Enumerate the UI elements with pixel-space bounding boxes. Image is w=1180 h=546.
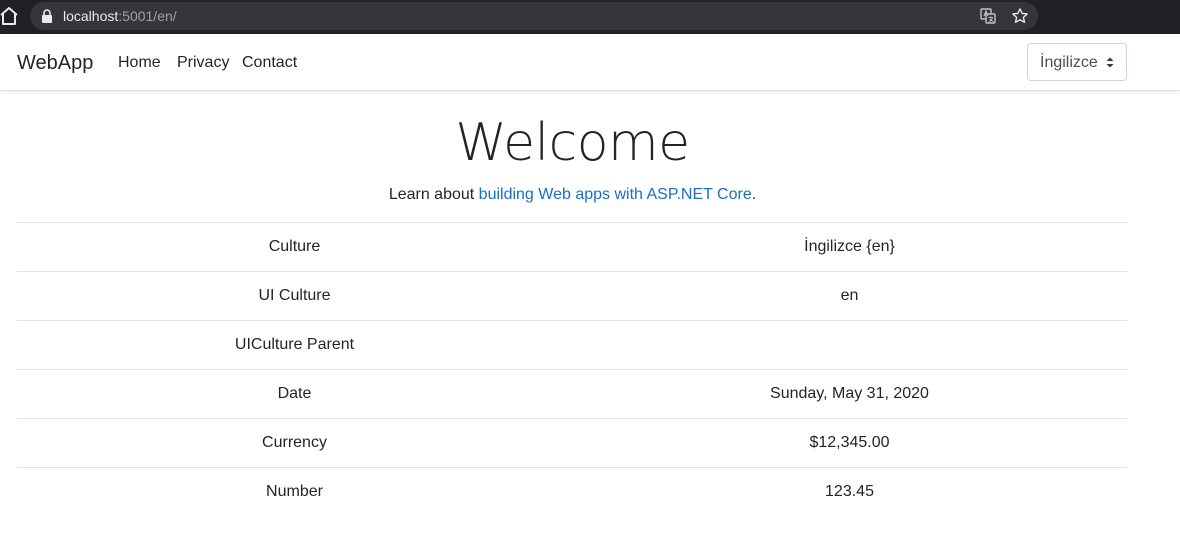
nav-link-contact[interactable]: Contact [242, 52, 297, 73]
row-value: $12,345.00 [572, 418, 1127, 468]
select-arrows-icon [1105, 56, 1115, 69]
lock-icon[interactable] [41, 9, 53, 23]
brand-link[interactable]: WebApp [17, 50, 93, 76]
url-path: :5001/en/ [118, 8, 177, 24]
row-label: UICulture Parent [17, 320, 572, 370]
row-value: Sunday, May 31, 2020 [572, 369, 1127, 419]
row-value: İngilizce {en} [572, 222, 1127, 272]
language-select-value: İngilizce [1040, 54, 1098, 71]
table-row: UICulture Parent [17, 320, 1127, 370]
table-row: Culture İngilizce {en} [17, 222, 1127, 272]
row-label: Currency [17, 418, 572, 468]
table-row: Date Sunday, May 31, 2020 [17, 369, 1127, 419]
home-icon[interactable] [0, 6, 18, 26]
nav-link-home[interactable]: Home [118, 52, 161, 73]
table-row: Currency $12,345.00 [17, 418, 1127, 468]
row-label: UI Culture [17, 271, 572, 321]
nav-link-privacy[interactable]: Privacy [177, 52, 229, 73]
page-title: Welcome [455, 113, 690, 173]
address-bar[interactable]: localhost:5001/en/ [30, 2, 1038, 30]
navbar: WebApp Home Privacy Contact İngilizce [0, 34, 1180, 91]
row-value: 123.45 [572, 467, 1127, 517]
table-row: UI Culture en [17, 271, 1127, 321]
row-label: Number [17, 467, 572, 517]
url-host: localhost [63, 8, 119, 24]
culture-info-table: Culture İngilizce {en} UI Culture en UIC… [17, 222, 1127, 517]
lead-prefix: Learn about [388, 186, 479, 203]
translate-icon[interactable] [980, 8, 996, 24]
table-row: Number 123.45 [17, 467, 1127, 517]
language-select[interactable]: İngilizce [1027, 43, 1127, 81]
row-label: Culture [17, 222, 572, 272]
browser-toolbar: localhost:5001/en/ [0, 0, 1180, 34]
row-value: en [572, 271, 1127, 321]
row-label: Date [17, 369, 572, 419]
row-value [572, 320, 1127, 370]
url-text[interactable]: localhost:5001/en/ [63, 7, 177, 25]
star-icon[interactable] [1011, 7, 1029, 25]
lead-suffix: . [751, 186, 757, 203]
aspnet-docs-link[interactable]: building Web apps with ASP.NET Core [479, 186, 752, 203]
lead-text: Learn about building Web apps with ASP.N… [0, 184, 1145, 205]
